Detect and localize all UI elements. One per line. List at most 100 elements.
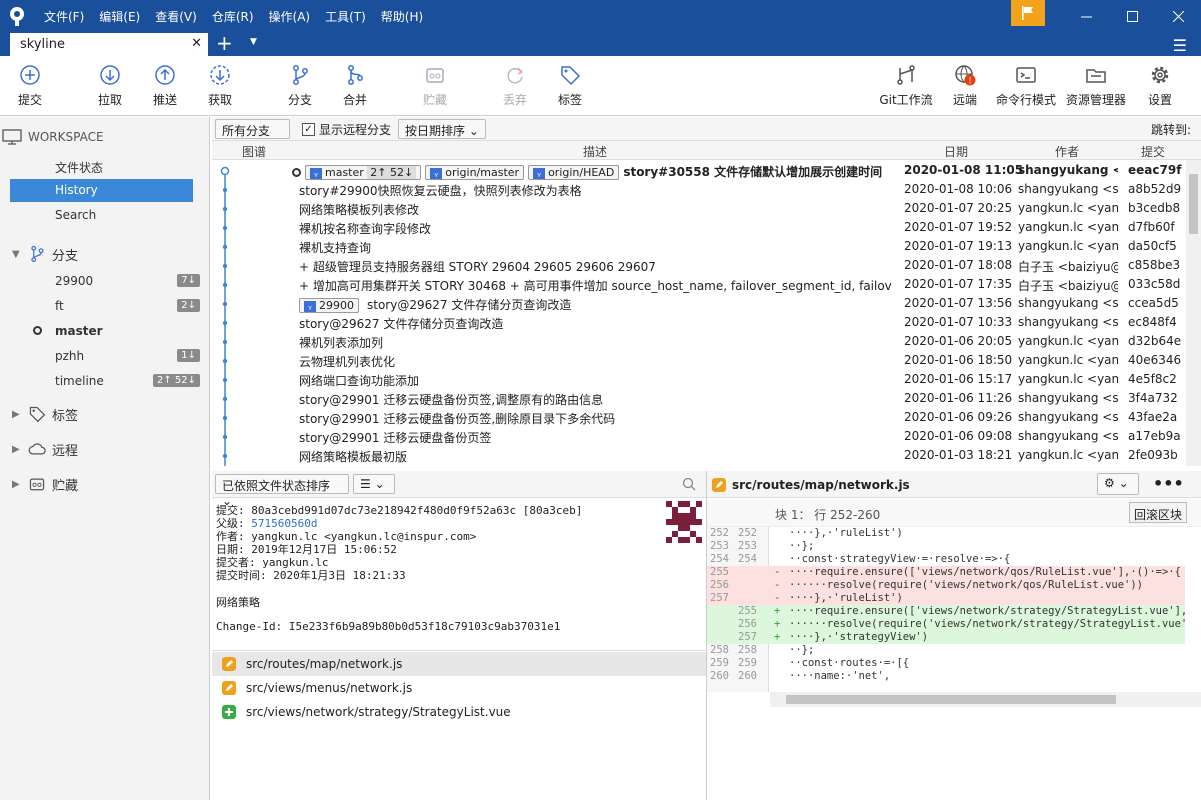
fetch-button[interactable]: 获取 [190,64,250,108]
menu-file[interactable]: 文件(F) [44,8,84,25]
diff-marker [774,670,780,683]
hamburger-menu-icon[interactable]: ☰ [1173,36,1187,55]
diff-options-dropdown[interactable]: ⚙ ⌄ [1097,473,1139,495]
branch-tag-29900[interactable]: ᵧ 29900 [299,298,359,313]
diff-line[interactable]: 255 - ····require.ensure(['views/network/q… [707,566,1185,579]
new-tab-button[interactable]: + [216,32,233,54]
pull-button[interactable]: 拉取 [80,64,140,108]
diff-line[interactable]: 256 - ······resolve(require('views/network… [707,579,1185,592]
commit-row[interactable]: 裸机列表添加列 2020-01-06 20:05 yangkun.lc <yanç d… [212,332,1186,351]
col-date[interactable]: 日期 [944,143,968,160]
file-item[interactable]: src/routes/map/network.js [212,652,706,676]
file-item[interactable]: src/views/menus/network.js [212,676,706,700]
remote-branch-tag[interactable]: ᵧ origin/master [425,165,525,180]
stashes-section[interactable]: ▶ 贮藏 [12,474,78,494]
branch-tag-master[interactable]: ᵧ master 2↑ 52↓ [305,165,422,180]
commit-row[interactable]: 网络策略模板最初版 2020-01-03 18:21 yangkun.lc <yan… [212,446,1186,465]
diff-line[interactable]: 253 253 ··}; [707,540,1185,553]
history-scroll-thumb[interactable] [1189,174,1198,234]
view-mode-dropdown[interactable]: ☰ ⌄ [353,474,395,494]
commit-row[interactable]: story@29901 迁移云硬盘备份页签,调整原有的路由信息 2020-01-0… [212,389,1186,408]
more-options-icon[interactable]: ••• [1153,474,1184,493]
diff-line[interactable]: 252 252 ····},·'ruleList') [707,527,1185,540]
tag-button[interactable]: 标签 [540,64,600,108]
tab-repo[interactable]: skyline ✕ [10,33,208,56]
tags-section[interactable]: ▶ 标签 [12,404,78,424]
sidebar-branch-pzhh[interactable]: pzhh 1↓ [55,349,200,367]
diff-line[interactable]: 257 + ····},·'strategyView') [707,631,1185,644]
diff-line[interactable]: 256 + ······resolve(require('views/network… [707,618,1185,631]
remotes-section[interactable]: ▶ 远程 [12,439,78,459]
menu-action[interactable]: 操作(A) [269,8,311,25]
settings-button[interactable]: 设置 [1130,64,1190,108]
file-item[interactable]: src/views/network/strategy/StrategyList.… [212,700,706,724]
col-author[interactable]: 作者 [1055,143,1079,160]
sidebar-branch-29900[interactable]: 29900 7↓ [55,274,200,292]
maximize-button[interactable] [1109,4,1155,28]
commit-row[interactable]: 裸机支持查询 2020-01-07 19:13 yangkun.lc <yanç da… [212,237,1186,256]
branches-section[interactable]: ▼ 分支 [12,244,78,264]
remote-button[interactable]: ! 远端 [935,64,995,108]
diff-line[interactable]: 259 259 ··const·routes·=·[{ [707,657,1185,670]
diff-scroll-thumb[interactable] [786,695,1116,704]
revert-hunk-button[interactable]: 回滚区块 [1129,502,1188,523]
commit-row[interactable]: 裸机按名称查询字段修改 2020-01-07 19:52 yangkun.lc <y… [212,218,1186,237]
sidebar-branch-master[interactable]: master [33,324,200,342]
dropdown-value: 按日期排序 [405,124,466,138]
diff-line[interactable]: 255 + ····require.ensure(['views/network/s… [707,605,1185,618]
sidebar-branch-timeline[interactable]: timeline 2↑ 52↓ [55,374,200,392]
show-remote-toggle[interactable]: ✓ 显示远程分支 [302,121,391,138]
commit-row[interactable]: story@29901 迁移云硬盘备份页签,删除原目录下多余代码 2020-01-… [212,408,1186,427]
col-description[interactable]: 描述 [583,143,607,160]
sidebar-item-search[interactable]: Search [10,204,193,227]
history-scrollbar[interactable] [1186,160,1201,466]
sidebar-item-history[interactable]: History [10,179,193,202]
commit-row[interactable]: ᵧ master 2↑ 52↓ ᵧ origin/master ᵧ origin/HEAD… [212,161,1186,180]
commit-row[interactable]: 网络策略模板列表修改 2020-01-07 20:25 yangkun.lc <ya… [212,199,1186,218]
menu-view[interactable]: 查看(V) [155,8,197,25]
search-icon[interactable] [682,477,696,491]
commit-row[interactable]: story@29901 迁移云硬盘备份页签 2020-01-06 09:08 sha… [212,427,1186,446]
gitflow-button[interactable]: Git工作流 [876,64,936,108]
discard-label: 丢弃 [502,93,527,107]
merge-button[interactable]: 合并 [325,64,385,108]
commit-row[interactable]: 网络端口查询功能添加 2020-01-06 15:17 yangkun.lc <ya… [212,370,1186,389]
commit-row[interactable]: story@29627 文件存储分页查询改造 2020-01-07 10:33 sh… [212,313,1186,332]
sidebar-item-file-status[interactable]: 文件状态 [10,155,193,178]
diff-line[interactable]: 254 254 ··const·strategyView·=·resolve·=>… [707,553,1185,566]
commit-button[interactable]: 提交 [0,64,60,108]
stash-button[interactable]: 贮藏 [405,64,465,108]
branch-button[interactable]: 分支 [270,64,330,108]
push-button[interactable]: 推送 [135,64,195,108]
commit-row[interactable]: + 增加高可用集群开关 STORY 30468 + 高可用事件增加 source… [212,275,1186,294]
terminal-button[interactable]: 命令行模式 [996,64,1056,108]
file-sort-dropdown[interactable]: 已依照文件状态排序 ⌄ [215,474,349,508]
tab-dropdown-icon[interactable]: ▼ [250,37,257,47]
diff-line[interactable]: 258 258 ··}; [707,644,1185,657]
close-window-button[interactable] [1155,4,1201,28]
branch-filter-dropdown[interactable]: 所有分支 ⌄ [215,119,290,153]
commit-row[interactable]: 云物理机列表优化 2020-01-06 18:50 yangkun.lc <yanç… [212,351,1186,370]
sidebar-branch-ft[interactable]: ft 2↓ [55,299,200,317]
jump-to-label[interactable]: 跳转到: [1151,121,1191,138]
minimize-button[interactable] [1063,4,1109,28]
diff-line[interactable]: 260 260 ····name:·'net', [707,670,1185,683]
flag-button[interactable] [1011,0,1045,26]
menu-help[interactable]: 帮助(H) [381,8,423,25]
menu-repo[interactable]: 仓库(R) [212,8,254,25]
diff-horizontal-scrollbar[interactable] [770,692,1201,707]
remote-branch-tag[interactable]: ᵧ origin/HEAD [528,165,620,180]
show-remote-checkbox[interactable]: ✓ [302,123,315,136]
commit-row[interactable]: ᵧ 29900 story@29627 文件存储分页查询改造 2020-01-07 1… [212,294,1186,313]
menu-edit[interactable]: 编辑(E) [99,8,140,25]
explorer-button[interactable]: 资源管理器 [1066,64,1126,108]
col-commit[interactable]: 提交 [1141,143,1165,160]
commit-row[interactable]: story#29900快照恢复云硬盘，快照列表修改为表格 2020-01-08 1… [212,180,1186,199]
col-graph[interactable]: 图谱 [242,143,266,160]
sort-dropdown[interactable]: 按日期排序 ⌄ [398,119,486,139]
menu-tools[interactable]: 工具(T) [325,8,366,25]
discard-button[interactable]: 丢弃 [485,64,545,108]
commit-row[interactable]: + 超级管理员支持服务器组 STORY 29604 29605 29606 29… [212,256,1186,275]
diff-line[interactable]: 257 - ····},·'ruleList') [707,592,1185,605]
tab-close-icon[interactable]: ✕ [191,36,202,51]
